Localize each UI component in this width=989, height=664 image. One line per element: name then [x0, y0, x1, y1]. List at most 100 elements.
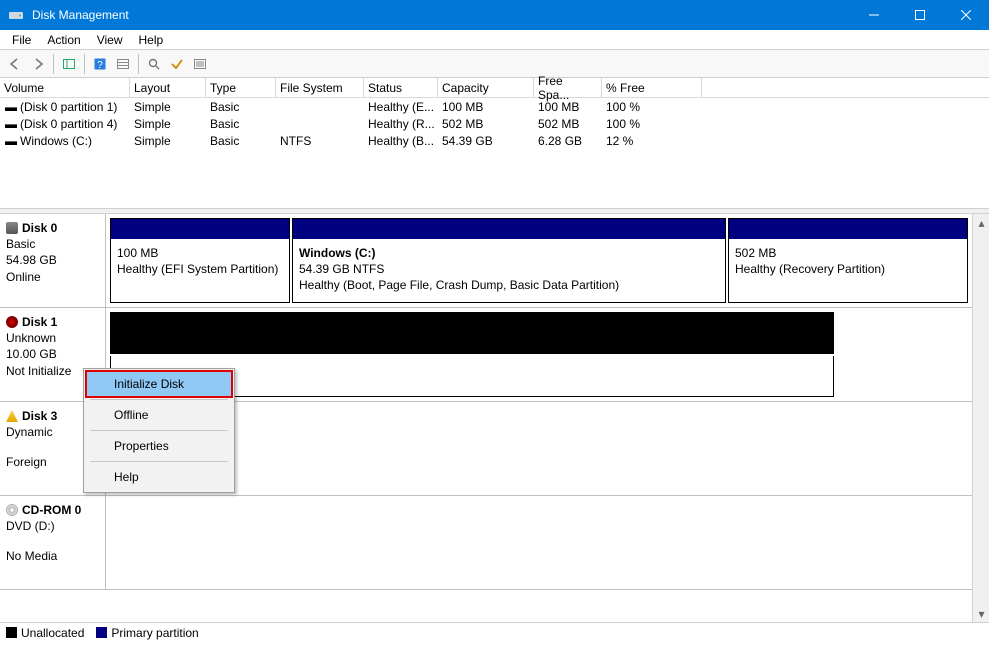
disk-row[interactable]: CD-ROM 0 DVD (D:) No Media — [0, 496, 989, 590]
back-button[interactable] — [4, 53, 26, 75]
col-header-volume[interactable]: Volume — [0, 78, 130, 97]
disk-type: Basic — [6, 236, 99, 252]
menu-offline[interactable]: Offline — [86, 402, 232, 428]
disk-row[interactable]: Disk 0 Basic 54.98 GB Online 100 MB Heal… — [0, 214, 989, 308]
menu-help[interactable]: Help — [86, 464, 232, 490]
volume-pct: 100 % — [602, 117, 702, 131]
disk-size: 54.98 GB — [6, 252, 99, 268]
legend-primary-label: Primary partition — [111, 626, 198, 640]
toolbar-separator — [84, 54, 85, 74]
menu-action[interactable]: Action — [39, 31, 88, 49]
volume-icon: ▬ — [4, 117, 18, 131]
show-hide-tree-button[interactable] — [58, 53, 80, 75]
menu-separator — [90, 399, 228, 400]
volume-pct: 100 % — [602, 100, 702, 114]
disk-info[interactable]: Disk 0 Basic 54.98 GB Online — [0, 214, 106, 307]
titlebar: Disk Management — [0, 0, 989, 30]
minimize-button[interactable] — [851, 0, 897, 30]
disk-size: 10.00 GB — [6, 346, 99, 362]
volume-capacity: 54.39 GB — [438, 134, 534, 148]
col-header-free[interactable]: Free Spa... — [534, 78, 602, 97]
menubar: File Action View Help — [0, 30, 989, 50]
list-button[interactable] — [189, 53, 211, 75]
partition-header — [111, 219, 289, 239]
toolbar-separator — [138, 54, 139, 74]
menu-view[interactable]: View — [89, 31, 131, 49]
partition-status: Healthy (Boot, Page File, Crash Dump, Ba… — [299, 277, 719, 293]
volume-free: 6.28 GB — [534, 134, 602, 148]
legend: Unallocated Primary partition — [0, 622, 989, 642]
volume-status: Healthy (R... — [364, 117, 438, 131]
partition-size: 54.39 GB NTFS — [299, 261, 719, 277]
volume-icon: ▬ — [4, 134, 18, 148]
vertical-scrollbar[interactable]: ▴ ▾ — [972, 214, 989, 622]
partition-status: Healthy (Recovery Partition) — [735, 261, 961, 277]
partition-size: 502 MB — [735, 245, 961, 261]
volume-status: Healthy (E... — [364, 100, 438, 114]
volume-capacity: 100 MB — [438, 100, 534, 114]
partition-header — [293, 219, 725, 239]
legend-swatch-primary-icon — [96, 627, 107, 638]
volume-status: Healthy (B... — [364, 134, 438, 148]
col-header-filesystem[interactable]: File System — [276, 78, 364, 97]
window-controls — [851, 0, 989, 30]
volume-row[interactable]: ▬(Disk 0 partition 1) Simple Basic Healt… — [0, 98, 989, 115]
volume-type: Basic — [206, 134, 276, 148]
window-title: Disk Management — [32, 8, 851, 22]
apply-button[interactable] — [166, 53, 188, 75]
unallocated-space[interactable] — [110, 312, 834, 354]
col-header-pct-free[interactable]: % Free — [602, 78, 702, 97]
partition[interactable]: 502 MB Healthy (Recovery Partition) — [728, 218, 968, 303]
col-header-type[interactable]: Type — [206, 78, 276, 97]
scroll-up-icon[interactable]: ▴ — [973, 214, 989, 231]
volume-free: 502 MB — [534, 117, 602, 131]
disk-state: Online — [6, 269, 99, 285]
disk-management-icon — [8, 7, 24, 23]
partition-status: Healthy (EFI System Partition) — [117, 261, 283, 277]
volume-type: Basic — [206, 117, 276, 131]
legend-primary: Primary partition — [96, 626, 198, 640]
menu-initialize-disk[interactable]: Initialize Disk — [86, 371, 232, 397]
volume-name: (Disk 0 partition 1) — [20, 100, 117, 114]
settings-button[interactable] — [112, 53, 134, 75]
disk-info[interactable]: CD-ROM 0 DVD (D:) No Media — [0, 496, 106, 589]
menu-help[interactable]: Help — [131, 31, 172, 49]
volume-list[interactable]: ▬(Disk 0 partition 1) Simple Basic Healt… — [0, 98, 989, 208]
refresh-button[interactable] — [143, 53, 165, 75]
volume-row[interactable]: ▬Windows (C:) Simple Basic NTFS Healthy … — [0, 132, 989, 149]
partition[interactable]: Windows (C:) 54.39 GB NTFS Healthy (Boot… — [292, 218, 726, 303]
disk-name: Disk 0 — [6, 220, 99, 236]
partition[interactable]: 100 MB Healthy (EFI System Partition) — [110, 218, 290, 303]
toolbar-separator — [53, 54, 54, 74]
help-button[interactable]: ? — [89, 53, 111, 75]
disk-type: Unknown — [6, 330, 99, 346]
col-header-layout[interactable]: Layout — [130, 78, 206, 97]
disk-name: CD-ROM 0 — [6, 502, 99, 518]
forward-button[interactable] — [27, 53, 49, 75]
partition-title: Windows (C:) — [299, 245, 719, 261]
volume-capacity: 502 MB — [438, 117, 534, 131]
volume-free: 100 MB — [534, 100, 602, 114]
partition-header — [729, 219, 967, 239]
menu-separator — [90, 461, 228, 462]
col-header-capacity[interactable]: Capacity — [438, 78, 534, 97]
maximize-button[interactable] — [897, 0, 943, 30]
scroll-down-icon[interactable]: ▾ — [973, 605, 989, 622]
menu-file[interactable]: File — [4, 31, 39, 49]
col-header-status[interactable]: Status — [364, 78, 438, 97]
volume-row[interactable]: ▬(Disk 0 partition 4) Simple Basic Healt… — [0, 115, 989, 132]
volume-type: Basic — [206, 100, 276, 114]
volume-layout: Simple — [130, 134, 206, 148]
volume-layout: Simple — [130, 100, 206, 114]
volume-layout: Simple — [130, 117, 206, 131]
volume-icon: ▬ — [4, 100, 18, 114]
svg-text:?: ? — [97, 60, 103, 71]
disk-type: DVD (D:) — [6, 518, 99, 534]
close-button[interactable] — [943, 0, 989, 30]
legend-swatch-unallocated-icon — [6, 627, 17, 638]
disk-state: No Media — [6, 548, 99, 564]
partition-size: 100 MB — [117, 245, 283, 261]
volume-list-header: Volume Layout Type File System Status Ca… — [0, 78, 989, 98]
menu-properties[interactable]: Properties — [86, 433, 232, 459]
disk-name: Disk 1 — [6, 314, 99, 330]
